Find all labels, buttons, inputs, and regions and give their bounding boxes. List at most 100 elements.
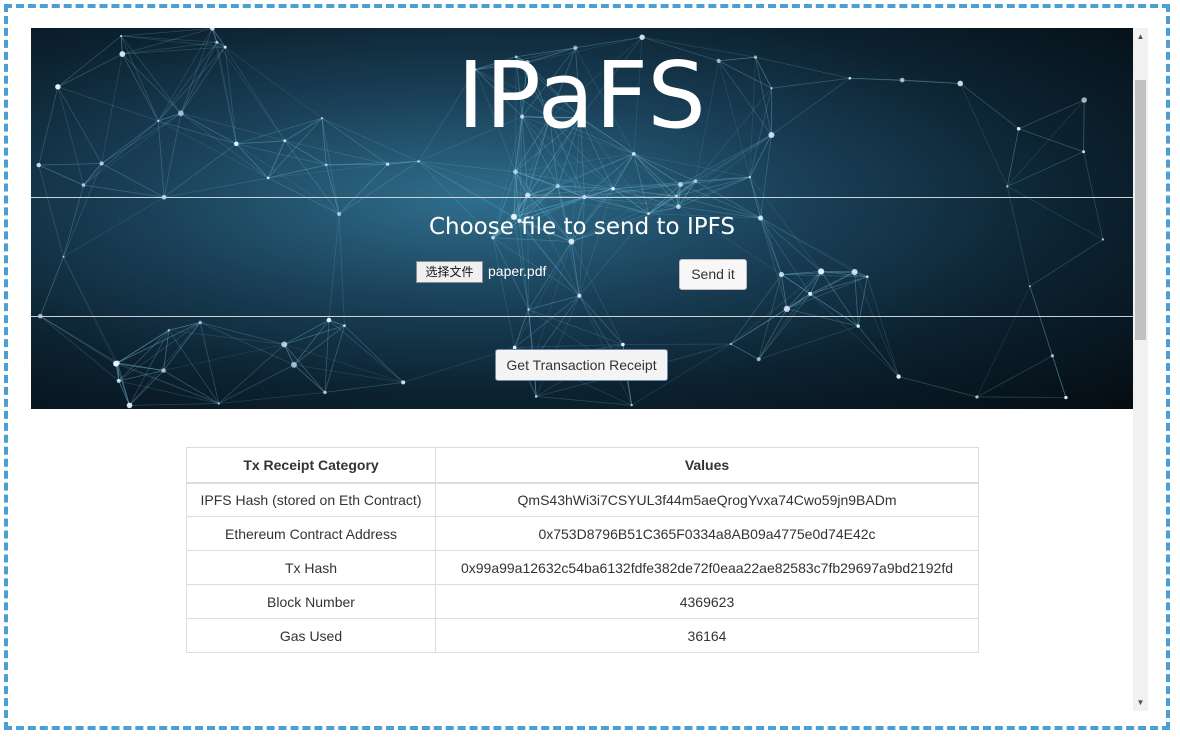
network-edge [579, 295, 624, 345]
network-edge [267, 177, 340, 215]
network-node [817, 268, 825, 275]
network-node [290, 361, 297, 368]
network-edge [129, 403, 219, 406]
network-node [99, 161, 104, 166]
network-edge [786, 271, 822, 310]
table-row: Tx Hash 0x99a99a12632c54ba6132fdfe382de7… [186, 550, 979, 585]
row-value: QmS43hWi3i7CSYUL3f44m5aeQrogYvxa74Cwo59j… [435, 482, 979, 517]
browser-viewport: IPaFS Choose file to send to IPFS 选择文件 p… [31, 28, 1148, 711]
network-edge [528, 309, 624, 345]
table-row: Ethereum Contract Address 0x753D8796B51C… [186, 516, 979, 551]
network-edge [809, 293, 859, 327]
network-node [1082, 150, 1086, 154]
network-node [266, 176, 270, 180]
network-node [611, 186, 615, 191]
network-node [326, 317, 332, 323]
network-node [851, 268, 858, 275]
network-edge [218, 392, 325, 404]
column-header-values: Values [435, 447, 979, 484]
network-edge [328, 319, 404, 383]
row-value: 36164 [435, 618, 979, 653]
network-node [621, 342, 625, 347]
row-value: 0x753D8796B51C365F0334a8AB09a4775e0d74E4… [435, 516, 979, 551]
network-node [198, 320, 202, 325]
network-edge [39, 256, 64, 317]
network-edge [1007, 151, 1084, 187]
network-edge [63, 163, 103, 257]
network-node [113, 360, 119, 367]
network-node [120, 34, 123, 38]
network-node [778, 271, 784, 278]
network-edge [168, 329, 285, 345]
network-node [896, 374, 901, 379]
network-edge [786, 308, 859, 327]
network-edge [328, 319, 345, 327]
vertical-scrollbar[interactable]: ▲ ▼ [1133, 28, 1148, 711]
network-node [81, 183, 86, 187]
row-value: 0x99a99a12632c54ba6132fdfe382de72f0eaa22… [435, 550, 979, 585]
network-edge [118, 380, 130, 406]
network-edge [976, 396, 1066, 398]
row-category: IPFS Hash (stored on Eth Contract) [186, 482, 436, 517]
network-edge [40, 315, 120, 382]
network-node [323, 390, 327, 395]
table-header-row: Tx Receipt Category Values [186, 447, 979, 484]
network-edge [83, 163, 102, 186]
table-row: Gas Used 36164 [186, 618, 979, 653]
send-it-button[interactable]: Send it [679, 259, 747, 290]
network-edge [163, 370, 219, 404]
network-edge [38, 163, 102, 166]
network-edge [338, 161, 419, 215]
network-node [161, 368, 166, 373]
network-edge [293, 325, 345, 366]
network-edge [758, 293, 811, 360]
network-edge [115, 363, 130, 406]
network-node [678, 182, 684, 188]
network-edge [38, 164, 64, 257]
network-node [756, 357, 761, 362]
table-row: Block Number 4369623 [186, 584, 979, 619]
tx-receipt-table: Tx Receipt Category Values IPFS Hash (st… [186, 447, 979, 653]
network-node [62, 255, 65, 258]
network-node [975, 395, 979, 399]
network-edge [633, 153, 696, 182]
scroll-down-arrow-icon[interactable]: ▼ [1133, 694, 1148, 711]
network-edge [344, 325, 404, 383]
network-edge [338, 163, 388, 215]
network-node [1064, 395, 1068, 400]
scroll-up-arrow-icon[interactable]: ▲ [1133, 28, 1148, 45]
network-edge [324, 382, 404, 393]
table-row: IPFS Hash (stored on Eth Contract) QmS43… [186, 482, 979, 517]
network-edge [163, 143, 237, 198]
divider-top [31, 197, 1133, 198]
get-transaction-receipt-button[interactable]: Get Transaction Receipt [495, 349, 668, 381]
network-edge [612, 153, 635, 189]
network-edge [284, 344, 404, 383]
page-title: IPaFS [457, 42, 707, 149]
divider-bottom [31, 316, 1133, 317]
network-edge [898, 376, 978, 398]
network-node [748, 175, 752, 179]
network-node [639, 34, 645, 40]
hero-banner: IPaFS Choose file to send to IPFS 选择文件 p… [31, 28, 1133, 409]
network-edge [536, 396, 632, 406]
network-edge [115, 329, 170, 365]
network-edge [293, 319, 330, 366]
network-node [1028, 285, 1031, 288]
network-edge [492, 237, 515, 348]
network-node [167, 329, 171, 332]
network-node [36, 162, 41, 168]
network-node [386, 162, 390, 166]
choose-file-button[interactable]: 选择文件 [416, 261, 483, 283]
network-edge [115, 363, 164, 371]
network-node [555, 183, 560, 188]
network-node [324, 163, 328, 167]
network-edge [976, 355, 1053, 398]
network-node [631, 151, 636, 156]
scrollbar-thumb[interactable] [1135, 80, 1146, 340]
network-node [534, 395, 538, 398]
row-category: Block Number [186, 584, 436, 619]
row-category: Gas Used [186, 618, 436, 653]
network-edge [218, 344, 285, 404]
network-edge [758, 325, 859, 360]
